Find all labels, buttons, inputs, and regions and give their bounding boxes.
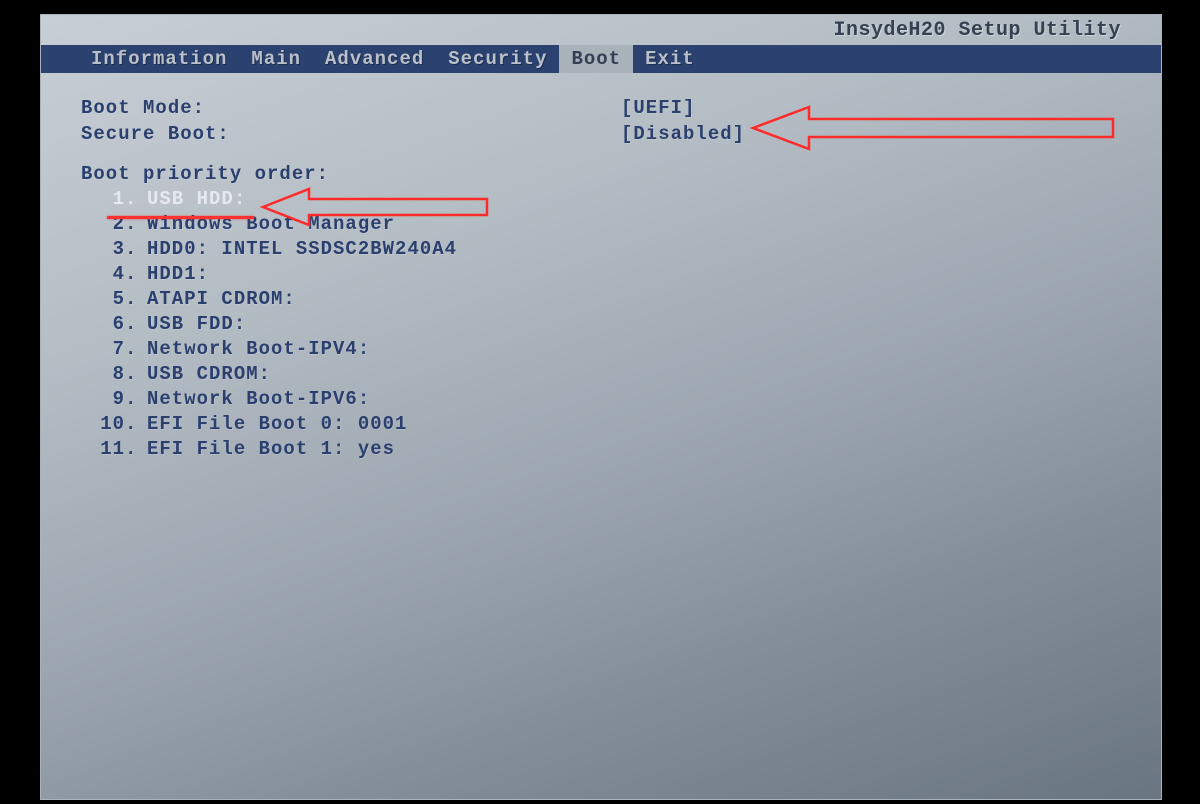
boot-mode-row[interactable]: Boot Mode: [UEFI] [81, 95, 1121, 121]
boot-item-7[interactable]: 7. Network Boot-IPV4: [81, 337, 1121, 362]
boot-order-header: Boot priority order: [81, 161, 1121, 187]
boot-item-num: 8 [81, 362, 125, 387]
boot-mode-label: Boot Mode: [81, 95, 621, 121]
boot-item-3[interactable]: 3. HDD0: INTEL SSDSC2BW240A4 [81, 237, 1121, 262]
boot-item-5[interactable]: 5. ATAPI CDROM: [81, 287, 1121, 312]
boot-item-device: HDD0: INTEL SSDSC2BW240A4 [147, 237, 457, 262]
boot-item-device: HDD1: [147, 262, 209, 287]
boot-item-num: 9 [81, 387, 125, 412]
annotation-underline [107, 216, 254, 219]
boot-item-num: 6 [81, 312, 125, 337]
boot-item-device: ATAPI CDROM: [147, 287, 296, 312]
menu-bar: Information Main Advanced Security Boot … [41, 45, 1161, 73]
boot-item-device: EFI File Boot 1: yes [147, 437, 395, 462]
boot-item-10[interactable]: 10. EFI File Boot 0: 0001 [81, 412, 1121, 437]
boot-item-num: 11 [81, 437, 125, 462]
menu-advanced[interactable]: Advanced [313, 45, 436, 73]
boot-item-num: 3 [81, 237, 125, 262]
secure-boot-row[interactable]: Secure Boot: [Disabled] [81, 121, 1121, 147]
boot-item-device: EFI File Boot 0: 0001 [147, 412, 407, 437]
boot-item-6[interactable]: 6. USB FDD: [81, 312, 1121, 337]
boot-item-num: 7 [81, 337, 125, 362]
boot-item-device: USB FDD: [147, 312, 246, 337]
boot-item-4[interactable]: 4. HDD1: [81, 262, 1121, 287]
boot-item-device: Network Boot-IPV6: [147, 387, 370, 412]
menu-main[interactable]: Main [239, 45, 313, 73]
boot-item-num: 5 [81, 287, 125, 312]
content-pane: Boot Mode: [UEFI] Secure Boot: [Disabled… [41, 75, 1161, 799]
boot-item-1[interactable]: 1. USB HDD: [81, 187, 1121, 212]
boot-item-9[interactable]: 9. Network Boot-IPV6: [81, 387, 1121, 412]
boot-item-num: 10 [81, 412, 125, 437]
menu-boot[interactable]: Boot [559, 45, 633, 73]
boot-item-device: USB CDROM: [147, 362, 271, 387]
menu-security[interactable]: Security [436, 45, 559, 73]
boot-item-num: 1 [81, 187, 125, 212]
secure-boot-label: Secure Boot: [81, 121, 621, 147]
bios-title: InsydeH20 Setup Utility [833, 15, 1161, 44]
boot-item-device: Network Boot-IPV4: [147, 337, 370, 362]
boot-item-8[interactable]: 8. USB CDROM: [81, 362, 1121, 387]
bios-screen: InsydeH20 Setup Utility Information Main… [40, 14, 1162, 800]
boot-item-num: 4 [81, 262, 125, 287]
secure-boot-value[interactable]: [Disabled] [621, 121, 745, 147]
boot-mode-value[interactable]: [UEFI] [621, 95, 695, 121]
boot-item-device: USB HDD: [147, 187, 246, 212]
menu-information[interactable]: Information [79, 45, 239, 73]
boot-item-11[interactable]: 11. EFI File Boot 1: yes [81, 437, 1121, 462]
boot-priority-list[interactable]: 1. USB HDD: 2. Windows Boot Manager 3. H… [81, 187, 1121, 462]
menu-exit[interactable]: Exit [633, 45, 707, 73]
